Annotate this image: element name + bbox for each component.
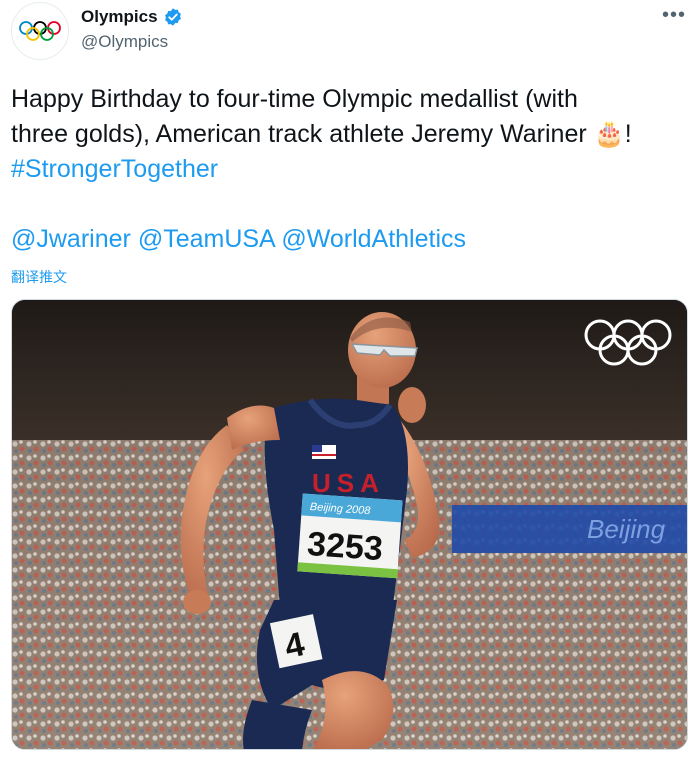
tweet-photo[interactable]: Beijing USA Beijing 2008 3253 4: [11, 299, 688, 750]
tweet-line-1: Happy Birthday to four-time Olympic meda…: [11, 85, 578, 113]
tweet-line-2-text: three golds), American track athlete Jer…: [11, 120, 587, 148]
mention-teamusa[interactable]: @TeamUSA: [138, 225, 275, 253]
display-name[interactable]: Olympics: [81, 7, 158, 27]
avatar[interactable]: [11, 2, 69, 60]
author-name-row[interactable]: Olympics: [81, 7, 183, 27]
athlete-photo: Beijing USA Beijing 2008 3253 4: [12, 300, 687, 749]
birthday-cake-emoji: 🎂: [593, 120, 625, 148]
mention-worldathletics[interactable]: @WorldAthletics: [281, 225, 466, 253]
bib-number: 3253: [306, 525, 384, 568]
hashtag-link[interactable]: #StrongerTogether: [11, 152, 691, 187]
mentions-line: @Jwariner @TeamUSA @WorldAthletics: [11, 225, 466, 254]
tweet-text: Happy Birthday to four-time Olympic meda…: [11, 82, 691, 187]
tweet-line-2: three golds), American track athlete Jer…: [11, 117, 691, 152]
banner-text: Beijing: [587, 514, 666, 544]
hip-number-tag: 4: [269, 614, 323, 669]
tweet-line-2-end: !: [624, 120, 632, 148]
translate-tweet-link[interactable]: 翻译推文: [11, 267, 67, 287]
jersey-text: USA: [312, 468, 385, 498]
race-bib: Beijing 2008 3253: [297, 493, 403, 579]
verified-badge-icon: [164, 8, 181, 26]
more-options-icon[interactable]: •••: [662, 4, 686, 27]
author-handle[interactable]: @Olympics: [81, 32, 168, 52]
mention-jwariner[interactable]: @Jwariner: [11, 225, 131, 253]
olympic-rings-icon: [19, 21, 61, 41]
